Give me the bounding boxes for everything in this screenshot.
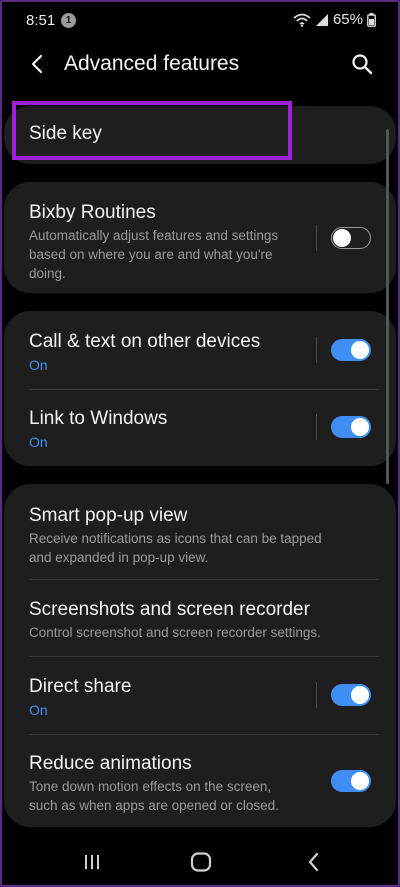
setting-screenshots[interactable]: Screenshots and screen recorder Control … — [4, 579, 396, 656]
battery-icon — [367, 12, 376, 27]
home-icon — [190, 852, 212, 872]
setting-bixby-routines[interactable]: Bixby Routines Automatically adjust feat… — [4, 182, 396, 293]
setting-smart-popup[interactable]: Smart pop-up view Receive notifications … — [4, 484, 396, 579]
bixby-desc-line2: based on where you are and what you're — [29, 247, 273, 262]
setting-call-text[interactable]: Call & text on other devices On — [4, 311, 396, 389]
call-text-status: On — [29, 357, 48, 373]
separator — [316, 225, 317, 251]
back-button[interactable] — [22, 48, 54, 80]
highlight-box — [12, 101, 292, 160]
connect-card: Call & text on other devices On Link to … — [4, 311, 396, 466]
setting-reduce-animations[interactable]: Reduce animations Tone down motion effec… — [4, 734, 396, 827]
separator — [316, 414, 317, 440]
separator — [316, 682, 317, 708]
nav-back-button[interactable] — [294, 844, 334, 880]
status-icons: 65% — [293, 11, 376, 28]
smart-popup-title: Smart pop-up view — [29, 505, 188, 526]
bixby-desc-line3: doing. — [29, 266, 66, 281]
reduce-anim-desc-line2: such as when apps are opened or closed. — [29, 798, 279, 813]
link-windows-status: On — [29, 434, 48, 450]
bixby-toggle[interactable] — [331, 227, 371, 249]
search-icon — [352, 54, 373, 75]
screenshots-title: Screenshots and screen recorder — [29, 599, 310, 620]
notification-badge: 1 — [61, 13, 76, 28]
phone-screen: 8:51 1 65% Advanced features Side key Bi… — [0, 0, 400, 887]
reduce-anim-title: Reduce animations — [29, 753, 192, 774]
nav-back-icon — [308, 852, 319, 872]
bixby-desc-line1: Automatically adjust features and settin… — [29, 228, 279, 243]
search-button[interactable] — [346, 48, 378, 80]
screenshots-desc: Control screenshot and screen recorder s… — [29, 625, 321, 640]
direct-share-status: On — [29, 702, 48, 718]
smart-popup-desc-line1: Receive notifications as icons that can … — [29, 531, 322, 546]
battery-percent: 65% — [332, 11, 363, 28]
signal-icon — [315, 13, 329, 27]
status-bar: 8:51 1 65% — [2, 2, 398, 38]
bixby-card: Bixby Routines Automatically adjust feat… — [4, 182, 396, 293]
call-text-title: Call & text on other devices — [29, 331, 261, 352]
page-title: Advanced features — [64, 52, 240, 75]
link-windows-toggle[interactable] — [331, 416, 371, 438]
scrollbar[interactable] — [386, 129, 389, 484]
direct-share-toggle[interactable] — [331, 684, 371, 706]
app-bar: Advanced features — [2, 40, 398, 88]
separator — [316, 337, 317, 363]
reduce-anim-toggle[interactable] — [331, 770, 371, 792]
bixby-title: Bixby Routines — [29, 202, 156, 223]
smart-popup-desc-line2: and expanded in pop-up view. — [29, 550, 209, 565]
chevron-left-icon — [31, 54, 43, 74]
call-text-toggle[interactable] — [331, 339, 371, 361]
setting-direct-share[interactable]: Direct share On — [4, 656, 396, 734]
direct-share-title: Direct share — [29, 676, 132, 697]
status-time: 8:51 — [26, 12, 56, 29]
link-windows-title: Link to Windows — [29, 408, 168, 429]
recents-button[interactable] — [72, 844, 112, 880]
recents-icon — [85, 855, 99, 869]
navigation-bar — [2, 832, 398, 885]
display-card: Smart pop-up view Receive notifications … — [4, 484, 396, 827]
wifi-icon — [293, 13, 311, 27]
setting-link-windows[interactable]: Link to Windows On — [4, 389, 396, 466]
reduce-anim-desc-line1: Tone down motion effects on the screen, — [29, 779, 272, 794]
home-button[interactable] — [181, 844, 221, 880]
